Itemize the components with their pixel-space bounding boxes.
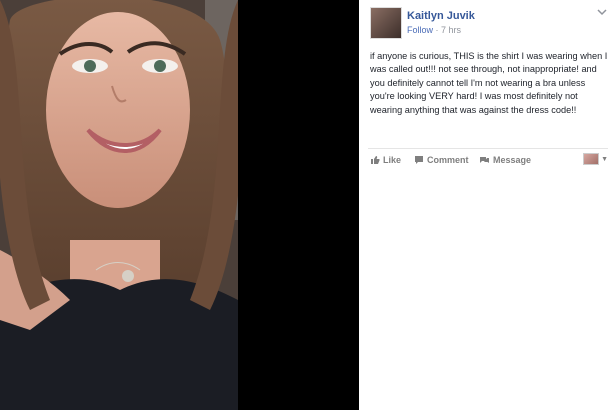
like-button[interactable]: Like (370, 155, 401, 165)
black-spacer (238, 0, 359, 410)
post-as-selector[interactable]: ▼ (583, 153, 608, 165)
comment-icon (414, 155, 424, 165)
comment-button[interactable]: Comment (414, 155, 469, 165)
author-name[interactable]: Kaitlyn Juvik (407, 10, 475, 22)
caret-down-icon: ▼ (601, 155, 608, 163)
message-button[interactable]: Message (479, 155, 531, 165)
author-avatar[interactable] (370, 7, 402, 39)
message-icon (479, 155, 490, 165)
message-label: Message (493, 155, 532, 165)
actions-divider (368, 148, 608, 149)
like-label: Like (383, 155, 402, 165)
selfie-photo (0, 0, 238, 410)
page-avatar (583, 153, 600, 165)
comment-label: Comment (427, 155, 469, 165)
follow-link[interactable]: Follow (407, 25, 433, 35)
meta-separator: · (435, 25, 439, 35)
thumbs-up-icon (370, 155, 380, 165)
post-panel: Kaitlyn Juvik Follow · 7 hrs if anyone i… (359, 0, 615, 410)
action-bar: Like Comment Message (370, 155, 610, 169)
post-time[interactable]: 7 hrs (441, 25, 461, 35)
post-meta: Follow · 7 hrs (407, 25, 461, 35)
chevron-down-icon[interactable] (597, 8, 607, 19)
selfie-illustration (0, 0, 238, 410)
post-text: if anyone is curious, THIS is the shirt … (370, 51, 608, 115)
